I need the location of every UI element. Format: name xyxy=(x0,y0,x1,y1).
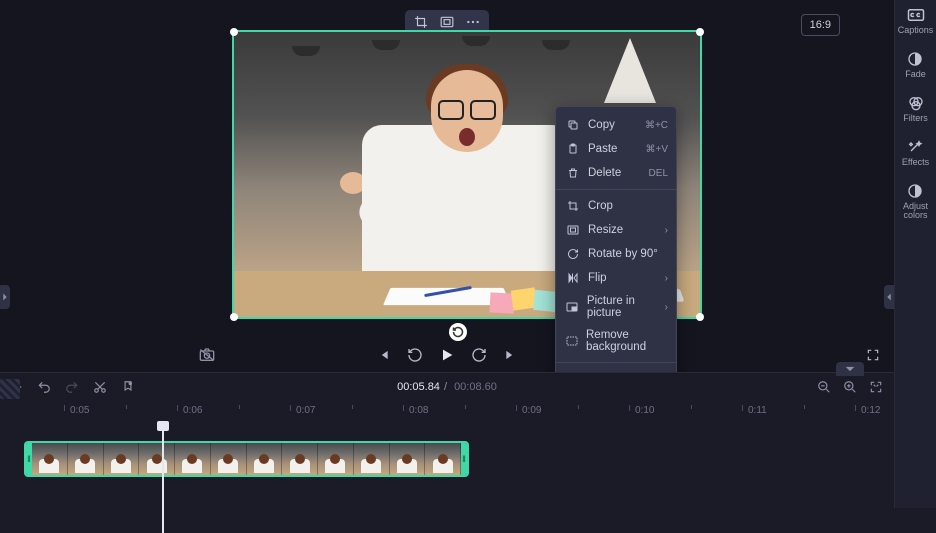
sidebar-captions[interactable]: Captions xyxy=(898,6,934,36)
rotate-icon xyxy=(566,247,580,261)
chevron-right-icon: › xyxy=(665,302,668,313)
resize-tool-icon[interactable] xyxy=(436,13,458,31)
sidebar-label: Captions xyxy=(898,26,934,36)
chevron-right-icon: › xyxy=(665,225,668,236)
zoom-out-icon[interactable] xyxy=(816,379,832,395)
ctx-paste[interactable]: Paste ⌘+V xyxy=(556,137,676,161)
sidebar-label: Filters xyxy=(903,114,928,124)
tick-label: 0:06 xyxy=(183,405,202,416)
ctx-label: Flip xyxy=(588,272,607,284)
video-clip[interactable]: ‖ ‖ xyxy=(24,441,469,477)
ctx-shortcut: ⌘+V xyxy=(645,144,668,155)
timeline-time: 00:05.84/ 00:08.60 xyxy=(397,381,497,393)
playhead[interactable] xyxy=(162,423,164,533)
fit-icon[interactable] xyxy=(868,379,884,395)
effects-icon xyxy=(906,138,924,156)
tick-label: 0:10 xyxy=(635,405,654,416)
chevron-right-icon: › xyxy=(665,273,668,284)
ctx-label: Paste xyxy=(588,143,617,155)
total-time: 00:08.60 xyxy=(454,381,497,393)
marker-icon[interactable] xyxy=(120,379,136,395)
tick-label: 0:09 xyxy=(522,405,541,416)
ctx-delete[interactable]: Delete DEL xyxy=(556,161,676,185)
rewind-5s-icon[interactable] xyxy=(406,346,424,364)
flip-icon xyxy=(566,271,580,285)
playback-row xyxy=(0,338,894,372)
crop-tool-icon[interactable] xyxy=(410,13,432,31)
fade-icon xyxy=(906,50,924,68)
expand-left-icon[interactable] xyxy=(0,285,10,309)
snapshot-icon[interactable] xyxy=(198,346,216,364)
captions-icon xyxy=(907,6,925,24)
ctx-label: Copy xyxy=(588,119,615,131)
collapse-timeline-icon[interactable] xyxy=(836,362,864,376)
ctx-shortcut: ⌘+C xyxy=(645,120,668,131)
zoom-in-icon[interactable] xyxy=(842,379,858,395)
ctx-shortcut: DEL xyxy=(649,168,668,179)
ctx-resize[interactable]: Resize › xyxy=(556,218,676,242)
tick-label: 0:11 xyxy=(748,405,767,416)
ctx-label: Crop xyxy=(588,200,613,212)
sidebar-effects[interactable]: Effects xyxy=(902,138,929,168)
copy-icon xyxy=(566,118,580,132)
filters-icon xyxy=(907,94,925,112)
ctx-label: Resize xyxy=(588,224,623,236)
pip-icon xyxy=(566,300,579,314)
prev-frame-icon[interactable] xyxy=(374,346,392,364)
next-frame-icon[interactable] xyxy=(502,346,520,364)
ctx-flip[interactable]: Flip › xyxy=(556,266,676,290)
ctx-label: Remove background xyxy=(586,329,666,353)
timeline-toolbar: 00:05.84/ 00:08.60 xyxy=(0,373,894,401)
remove-bg-icon xyxy=(566,334,578,348)
ctx-pip[interactable]: Picture in picture › xyxy=(556,290,676,324)
preview-area: 16:9 xyxy=(0,0,894,372)
sidebar-adjust-colors[interactable]: Adjust colors xyxy=(903,182,928,222)
right-sidebar: Captions Fade Filters Effects Adjust col… xyxy=(894,0,936,508)
ctx-rotate[interactable]: Rotate by 90° xyxy=(556,242,676,266)
adjust-colors-icon xyxy=(906,182,924,200)
ctx-label: Rotate by 90° xyxy=(588,248,658,260)
track-hatch-icon xyxy=(0,379,20,399)
tick-label: 0:08 xyxy=(409,405,428,416)
current-time: 00:05.84 xyxy=(397,381,440,393)
sidebar-fade[interactable]: Fade xyxy=(905,50,926,80)
more-tool-icon[interactable] xyxy=(462,13,484,31)
aspect-ratio-button[interactable]: 16:9 xyxy=(801,14,840,36)
ctx-copy[interactable]: Copy ⌘+C xyxy=(556,113,676,137)
fullscreen-icon[interactable] xyxy=(864,346,882,364)
sidebar-label: Fade xyxy=(905,70,926,80)
context-menu: Copy ⌘+C Paste ⌘+V Delete DEL Crop Resiz… xyxy=(555,106,677,398)
timeline: 00:05.84/ 00:08.60 0:050:060:070:080:090… xyxy=(0,372,894,508)
expand-right-icon[interactable] xyxy=(884,285,894,309)
cut-icon[interactable] xyxy=(92,379,108,395)
tick-label: 0:12 xyxy=(861,405,880,416)
undo-icon[interactable] xyxy=(36,379,52,395)
play-button-icon[interactable] xyxy=(438,346,456,364)
ctx-label: Delete xyxy=(588,167,621,179)
clip-grip-right[interactable]: ‖ xyxy=(461,443,467,475)
sidebar-label: Effects xyxy=(902,158,929,168)
trash-icon xyxy=(566,166,580,180)
sidebar-label: Adjust colors xyxy=(903,202,928,222)
sidebar-filters[interactable]: Filters xyxy=(903,94,928,124)
forward-5s-icon[interactable] xyxy=(470,346,488,364)
paste-icon xyxy=(566,142,580,156)
ctx-label: Picture in picture xyxy=(587,295,666,319)
redo-icon[interactable] xyxy=(64,379,80,395)
tick-label: 0:07 xyxy=(296,405,315,416)
crop-icon xyxy=(566,199,580,213)
ctx-crop[interactable]: Crop xyxy=(556,194,676,218)
timeline-tracks[interactable]: ‖ ‖ xyxy=(22,423,894,483)
tick-label: 0:05 xyxy=(70,405,89,416)
resize-icon xyxy=(566,223,580,237)
ctx-remove-bg[interactable]: Remove background xyxy=(556,324,676,358)
timeline-ruler[interactable]: 0:05 0:06 0:07 0:08 0:09 0:10 0:11 0:12 xyxy=(22,401,894,423)
